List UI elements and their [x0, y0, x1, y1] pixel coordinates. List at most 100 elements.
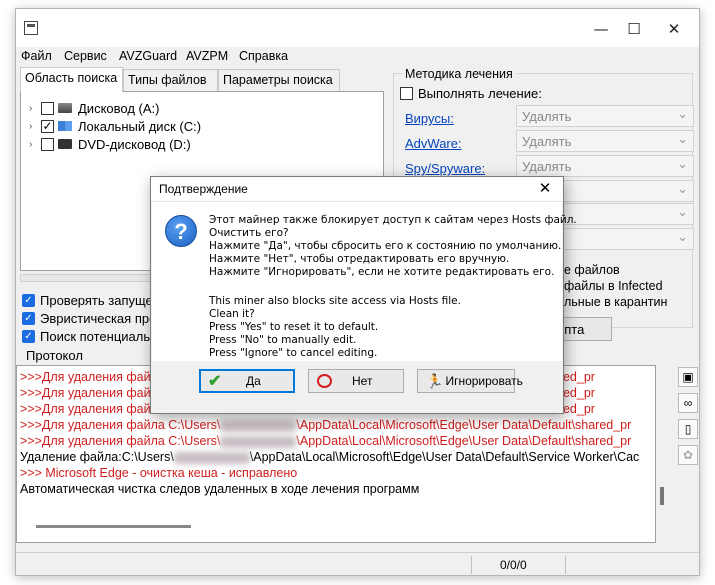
confirmation-dialog: Подтверждение ✕ ? Этот майнер также блок…	[150, 176, 577, 414]
copy-files-text: е файлов	[564, 263, 620, 277]
tab-search-area[interactable]: Область поиска	[20, 67, 123, 92]
drive-d-checkbox[interactable]	[41, 137, 54, 151]
option-potential-search[interactable]: ✓ Поиск потенциаль	[22, 328, 150, 344]
dialog-body: ? Этот майнер также блокирует доступ к с…	[152, 201, 577, 361]
checkbox-checked-icon[interactable]: ✓	[22, 311, 35, 325]
log-horizontal-scrollbar[interactable]	[36, 525, 191, 528]
perform-treatment-row[interactable]: Выполнять лечение:	[400, 86, 542, 101]
log-line: Удаление файла:C:\Users\ \AppData\Local\M…	[20, 450, 639, 464]
title-bar: — ☐ ✕	[16, 9, 699, 47]
spyware-action-select[interactable]: Удалять	[516, 155, 694, 177]
menu-help[interactable]: Справка	[239, 49, 288, 63]
menu-avzpm[interactable]: AVZPM	[186, 49, 228, 63]
log-text: \AppData\Local\Microsoft\Edge\User Data\…	[296, 434, 632, 448]
yes-button[interactable]: ✔ Да	[199, 369, 295, 393]
message-line: Нажмите "Да", чтобы сбросить его к состо…	[209, 240, 562, 252]
local-disk-icon	[58, 121, 72, 131]
save-icon[interactable]: ▣	[678, 367, 698, 387]
option-heuristic[interactable]: ✓ Эвристическая про	[22, 310, 156, 326]
adware-action-select[interactable]: Удалять	[516, 130, 694, 152]
tab-file-types[interactable]: Типы файлов	[123, 69, 218, 91]
checkbox-checked-icon[interactable]: ✓	[22, 293, 35, 307]
tab-search-params[interactable]: Параметры поиска	[218, 69, 340, 91]
menu-avzguard[interactable]: AVZGuard	[119, 49, 177, 63]
dialog-close-button[interactable]: ✕	[533, 179, 557, 199]
log-text: >>>Для удаления фай	[20, 386, 151, 400]
log-line: >>>Для удаления файла C:\Users\ \AppData\…	[20, 418, 631, 432]
chevron-right-icon[interactable]: ›	[29, 103, 41, 114]
chevron-right-icon[interactable]: ›	[29, 139, 41, 150]
running-man-icon: 🏃	[426, 372, 444, 389]
no-button[interactable]: Нет	[308, 369, 404, 393]
checkbox-checked-icon[interactable]: ✓	[22, 329, 35, 343]
log-text: >>>Для удаления фай	[20, 370, 151, 384]
status-divider	[565, 556, 566, 574]
no-label: Нет	[352, 374, 373, 388]
log-line: >>> Microsoft Edge - очистка кеша - испр…	[20, 466, 298, 480]
tree-item-drive-c[interactable]: › ✓ Локальный диск (C:)	[29, 117, 201, 135]
log-text: \AppData\Local\Microsoft\Edge\User Data\…	[296, 418, 632, 432]
message-line: Press "Ignore" to cancel editing.	[209, 347, 378, 359]
option-label: Проверять запущен	[40, 292, 160, 308]
message-line: Нажмите "Игнорировать", если не хотите р…	[209, 266, 555, 278]
protocol-title: Протокол	[26, 348, 83, 363]
quarantine-text: льные в карантин	[564, 295, 668, 309]
log-text: >>>Для удаления файла C:\Users\	[20, 434, 221, 448]
message-line: Clean it?	[209, 308, 255, 320]
close-button[interactable]: ✕	[654, 17, 694, 41]
maximize-button[interactable]: ☐	[614, 17, 654, 41]
message-line: Этот майнер также блокирует доступ к сай…	[209, 214, 577, 226]
log-vertical-scrollbar[interactable]	[660, 487, 664, 505]
tree-item-label: Дисковод (A:)	[78, 100, 160, 116]
option-label: Поиск потенциаль	[40, 328, 151, 344]
dialog-title-bar: Подтверждение ✕	[151, 177, 563, 201]
treatment-group-title: Методика лечения	[402, 67, 516, 81]
status-divider	[471, 556, 472, 574]
menu-file[interactable]: Файл	[21, 49, 52, 63]
redacted-username	[220, 435, 297, 448]
option-label: Эвристическая про	[40, 310, 157, 326]
log-line: Автоматическая чистка следов удаленных в…	[20, 482, 420, 496]
infected-text: файлы в Infected	[564, 279, 663, 293]
redacted-username	[220, 419, 297, 432]
drive-c-checkbox[interactable]: ✓	[41, 119, 54, 133]
ignore-label: Игнорировать	[445, 374, 523, 388]
menu-bar: Файл Сервис AVZGuard AVZPM Справка	[16, 47, 699, 67]
redacted-username	[173, 451, 250, 464]
document-icon[interactable]: ▯	[678, 419, 698, 439]
dvd-drive-icon	[58, 139, 72, 149]
app-icon	[24, 21, 38, 35]
log-line: >>>Для удаления файла C:\Users\ \AppData\…	[20, 434, 631, 448]
status-bar: 0/0/0	[16, 552, 699, 575]
viruses-link[interactable]: Вирусы:	[405, 111, 454, 126]
tree-item-label: DVD-дисковод (D:)	[78, 136, 191, 152]
ignore-button[interactable]: 🏃 Игнорировать	[417, 369, 523, 393]
status-counter: 0/0/0	[500, 558, 527, 572]
adware-link[interactable]: AdvWare:	[405, 136, 462, 151]
glasses-icon[interactable]: ∞	[678, 393, 698, 413]
log-text: \AppData\Local\Microsoft\Edge\User Data\…	[249, 450, 640, 464]
perform-treatment-checkbox[interactable]	[400, 87, 413, 100]
spyware-link[interactable]: Spy/Spyware:	[405, 161, 485, 176]
yes-label: Да	[246, 374, 261, 388]
option-check-running[interactable]: ✓ Проверять запущен	[22, 292, 160, 308]
stop-icon	[317, 374, 332, 388]
drive-a-checkbox[interactable]	[41, 101, 54, 115]
dialog-title: Подтверждение	[159, 182, 248, 196]
menu-service[interactable]: Сервис	[64, 49, 107, 63]
message-line: Press "No" to manually edit.	[209, 334, 357, 346]
log-text: >>>Для удаления фай	[20, 402, 151, 416]
settings-icon[interactable]: ✿	[678, 445, 698, 465]
tree-item-drive-d[interactable]: › DVD-дисковод (D:)	[29, 135, 191, 153]
viruses-action-select[interactable]: Удалять	[516, 105, 694, 127]
question-icon: ?	[165, 215, 197, 247]
chevron-right-icon[interactable]: ›	[29, 121, 41, 132]
checkmark-icon: ✔	[208, 373, 222, 390]
tree-item-label: Локальный диск (C:)	[78, 118, 202, 134]
message-line: Нажмите "Нет", чтобы отредактировать его…	[209, 253, 510, 265]
perform-treatment-label: Выполнять лечение:	[418, 86, 542, 101]
log-text: >>>Для удаления файла C:\Users\	[20, 418, 221, 432]
log-text: Удаление файла:C:\Users\	[20, 450, 174, 464]
tree-item-drive-a[interactable]: › Дисковод (A:)	[29, 99, 159, 117]
floppy-drive-icon	[58, 103, 72, 113]
